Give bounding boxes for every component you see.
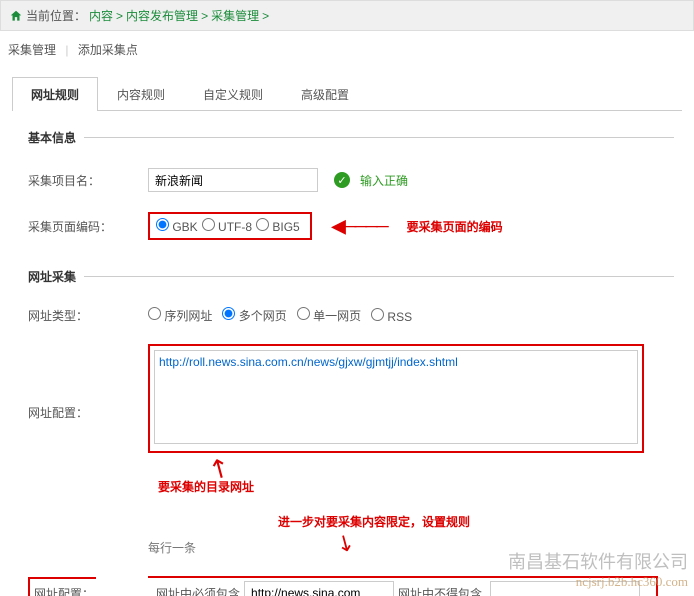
- radio-seq-input[interactable]: [148, 307, 161, 320]
- label-url-type: 网址类型：: [28, 307, 148, 324]
- annotation-encoding: 要采集页面的编码: [407, 218, 503, 235]
- tab-advanced[interactable]: 高级配置: [282, 77, 368, 111]
- annotation-rule: 进一步对要采集内容限定，设置规则: [278, 513, 666, 530]
- mustcontain-highlight: 网址中必须包含 网址中不得包含: [148, 576, 658, 596]
- breadcrumb-sep: >: [116, 9, 123, 23]
- arrow-left-icon: ◀────: [332, 216, 387, 237]
- breadcrumb-item-content[interactable]: 内容: [89, 7, 113, 24]
- radio-single-input[interactable]: [297, 307, 310, 320]
- radio-single[interactable]: 单一网页: [297, 307, 361, 324]
- breadcrumb-sep: >: [262, 9, 269, 23]
- label-project-name: 采集项目名：: [28, 172, 148, 189]
- row-url-type: 网址类型： 序列网址 多个网页 单一网页 RSS: [20, 297, 674, 334]
- perline-note: 每行一条: [148, 539, 196, 556]
- nav-add-point[interactable]: 添加采集点: [78, 43, 138, 57]
- row-url-config: 网址配置： http://roll.news.sina.com.cn/news/…: [20, 334, 674, 566]
- radio-rss[interactable]: RSS: [371, 308, 412, 324]
- radio-gbk[interactable]: GBK: [156, 218, 198, 234]
- label-mustcontain-outer: 网址配置：: [28, 585, 148, 596]
- label-mustnot: 网址中不得包含: [398, 585, 482, 596]
- label-url-config: 网址配置：: [28, 344, 148, 421]
- radio-seq[interactable]: 序列网址: [148, 307, 212, 324]
- arrow-diag-icon: ↙: [331, 527, 360, 559]
- check-icon: ✓: [334, 172, 350, 188]
- row-encoding: 采集页面编码： GBK UTF-8 BIG5 ◀──── 要采集页面的编码: [20, 202, 674, 250]
- home-icon: [9, 9, 23, 23]
- top-nav: 采集管理 | 添加采集点: [0, 31, 694, 68]
- breadcrumb-label: 当前位置：: [26, 7, 86, 24]
- url-textarea-highlight: http://roll.news.sina.com.cn/news/gjxw/g…: [148, 344, 644, 453]
- label-encoding: 采集页面编码：: [28, 218, 148, 235]
- radio-big5-input[interactable]: [256, 218, 269, 231]
- tab-content-rule[interactable]: 内容规则: [98, 77, 184, 111]
- radio-utf8-input[interactable]: [202, 218, 215, 231]
- fieldset-basic: 基本信息 采集项目名： ✓ 输入正确 采集页面编码： GBK UTF-8 BIG…: [20, 129, 674, 250]
- encoding-group-highlight: GBK UTF-8 BIG5: [148, 212, 312, 240]
- breadcrumb: 当前位置： 内容 > 内容发布管理 > 采集管理 >: [0, 0, 694, 31]
- tabs: 网址规则 内容规则 自定义规则 高级配置: [12, 76, 682, 111]
- radio-multi-input[interactable]: [222, 307, 235, 320]
- ok-text: 输入正确: [360, 172, 408, 189]
- radio-multi[interactable]: 多个网页: [222, 307, 286, 324]
- row-mustcontain: 网址配置： 网址中必须包含 网址中不得包含: [20, 566, 674, 596]
- label-must: 网址中必须包含: [156, 585, 240, 596]
- input-project-name[interactable]: [148, 168, 318, 192]
- nav-collect-manage[interactable]: 采集管理: [8, 43, 56, 57]
- fieldset-collect: 网址采集 网址类型： 序列网址 多个网页 单一网页 RSS 网址配置： http…: [20, 268, 674, 596]
- nav-divider: |: [65, 43, 68, 57]
- tab-custom-rule[interactable]: 自定义规则: [184, 77, 282, 111]
- legend-basic: 基本信息: [20, 129, 84, 146]
- input-mustnot-contain[interactable]: [490, 581, 640, 596]
- radio-big5[interactable]: BIG5: [256, 218, 300, 234]
- breadcrumb-sep: >: [201, 9, 208, 23]
- textarea-urls[interactable]: http://roll.news.sina.com.cn/news/gjxw/g…: [154, 350, 638, 444]
- legend-collect: 网址采集: [20, 268, 84, 285]
- annotation-listurl: 要采集的目录网址: [158, 478, 666, 495]
- radio-gbk-input[interactable]: [156, 218, 169, 231]
- tab-url-rule[interactable]: 网址规则: [12, 77, 98, 111]
- radio-utf8[interactable]: UTF-8: [202, 218, 252, 234]
- breadcrumb-item-publish[interactable]: 内容发布管理: [126, 7, 198, 24]
- row-project-name: 采集项目名： ✓ 输入正确: [20, 158, 674, 202]
- input-must-contain[interactable]: [244, 581, 394, 596]
- radio-rss-input[interactable]: [371, 308, 384, 321]
- breadcrumb-item-collect[interactable]: 采集管理: [211, 7, 259, 24]
